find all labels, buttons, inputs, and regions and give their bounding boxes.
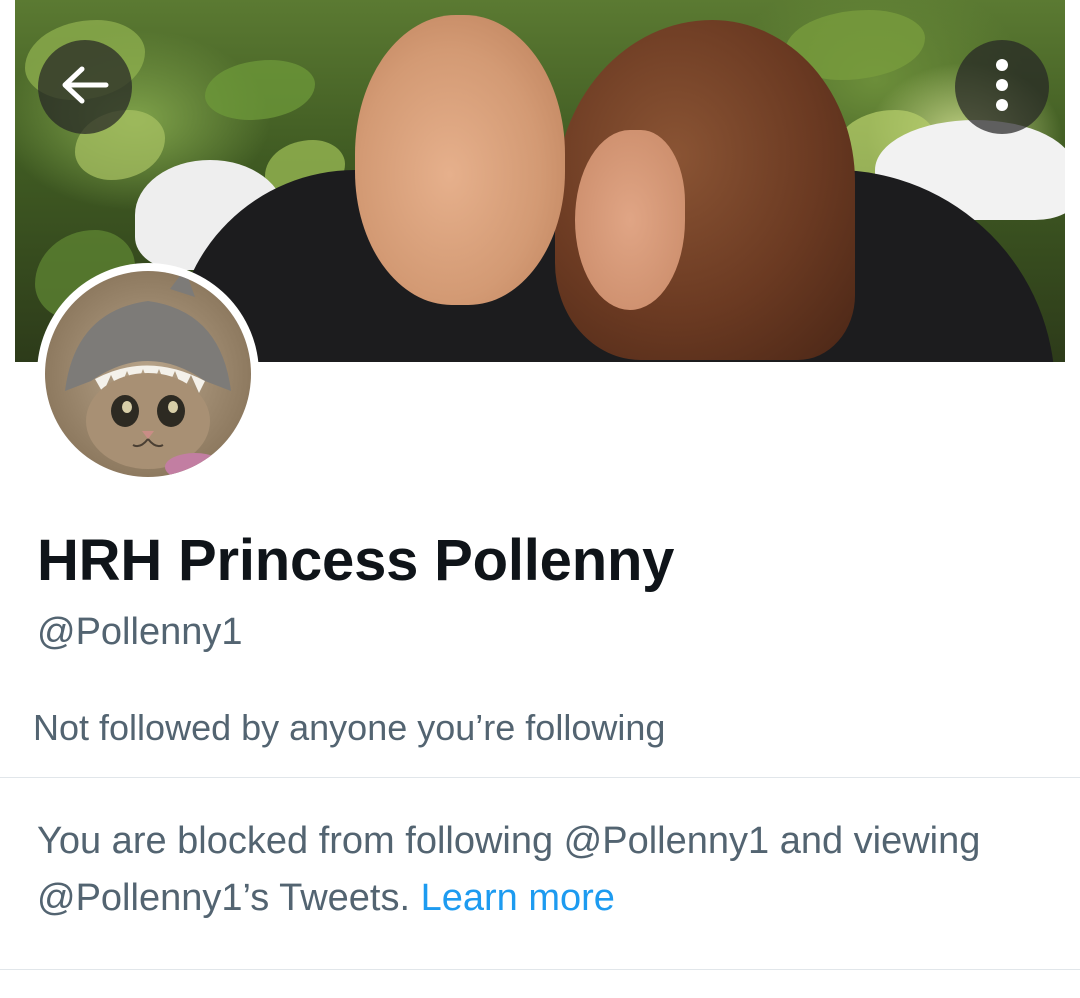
more-vertical-icon bbox=[992, 55, 1012, 120]
arrow-left-icon bbox=[58, 64, 112, 111]
display-name: HRH Princess Pollenny bbox=[37, 528, 675, 593]
more-options-button[interactable] bbox=[955, 40, 1049, 134]
divider bbox=[0, 777, 1080, 778]
learn-more-link[interactable]: Learn more bbox=[421, 877, 615, 919]
back-button[interactable] bbox=[38, 40, 132, 134]
profile-avatar[interactable] bbox=[37, 263, 259, 485]
blocked-notice: You are blocked from following @Pollenny… bbox=[37, 813, 1047, 927]
avatar-image bbox=[45, 271, 251, 477]
profile-page: HRH Princess Pollenny @Pollenny1 Not fol… bbox=[0, 0, 1080, 998]
mutual-followers-note: Not followed by anyone you’re following bbox=[33, 707, 666, 748]
divider bbox=[0, 969, 1080, 970]
username-handle: @Pollenny1 bbox=[37, 611, 243, 653]
